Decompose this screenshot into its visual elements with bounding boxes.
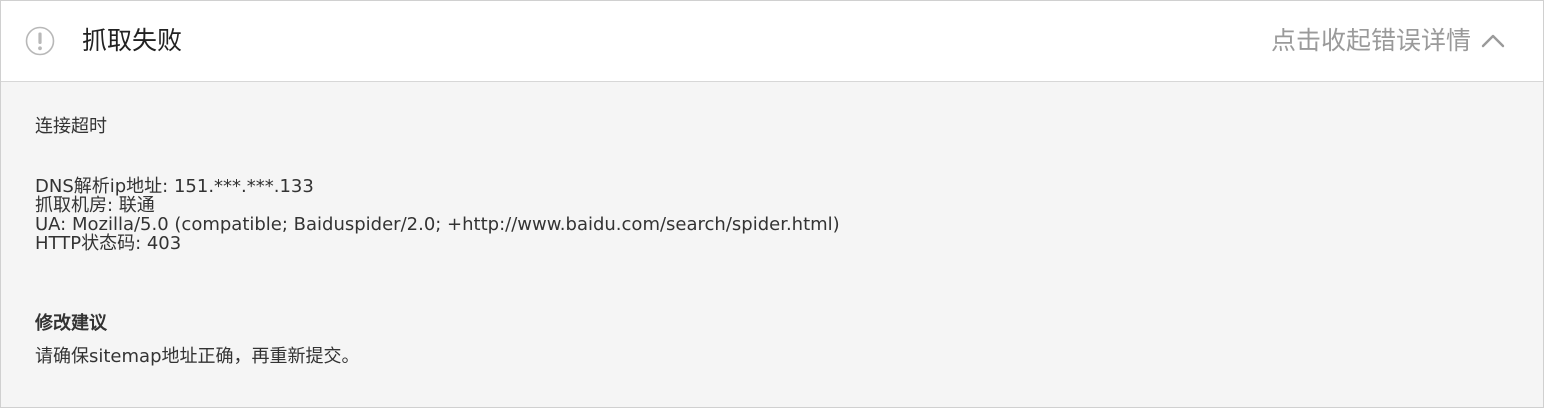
- error-title: 抓取失败: [82, 26, 183, 55]
- error-status: 连接超时: [35, 116, 107, 137]
- chevron-up-icon[interactable]: [1481, 33, 1505, 49]
- suggestion-text: 请确保sitemap地址正确，再重新提交。: [35, 346, 360, 367]
- dns-ip-line: DNS解析ip地址: 151.***.***.133: [35, 176, 314, 197]
- warning-circle-icon: [25, 26, 55, 56]
- error-details-body: 连接超时 DNS解析ip地址: 151.***.***.133 抓取机房: 联通…: [1, 82, 1543, 407]
- crawl-error-panel: 抓取失败 点击收起错误详情 连接超时 DNS解析ip地址: 151.***.**…: [0, 0, 1544, 408]
- collapse-details-label[interactable]: 点击收起错误详情: [1271, 25, 1471, 57]
- error-details-list: DNS解析ip地址: 151.***.***.133 抓取机房: 联通 UA: …: [35, 177, 840, 253]
- user-agent-line: UA: Mozilla/5.0 (compatible; Baiduspider…: [35, 214, 840, 235]
- collapse-details-button[interactable]: 点击收起错误详情: [1271, 25, 1505, 57]
- crawl-room-line: 抓取机房: 联通: [35, 195, 155, 216]
- http-status-line: HTTP状态码: 403: [35, 233, 182, 254]
- error-header: 抓取失败 点击收起错误详情: [1, 1, 1543, 82]
- suggestion-title: 修改建议: [35, 313, 107, 334]
